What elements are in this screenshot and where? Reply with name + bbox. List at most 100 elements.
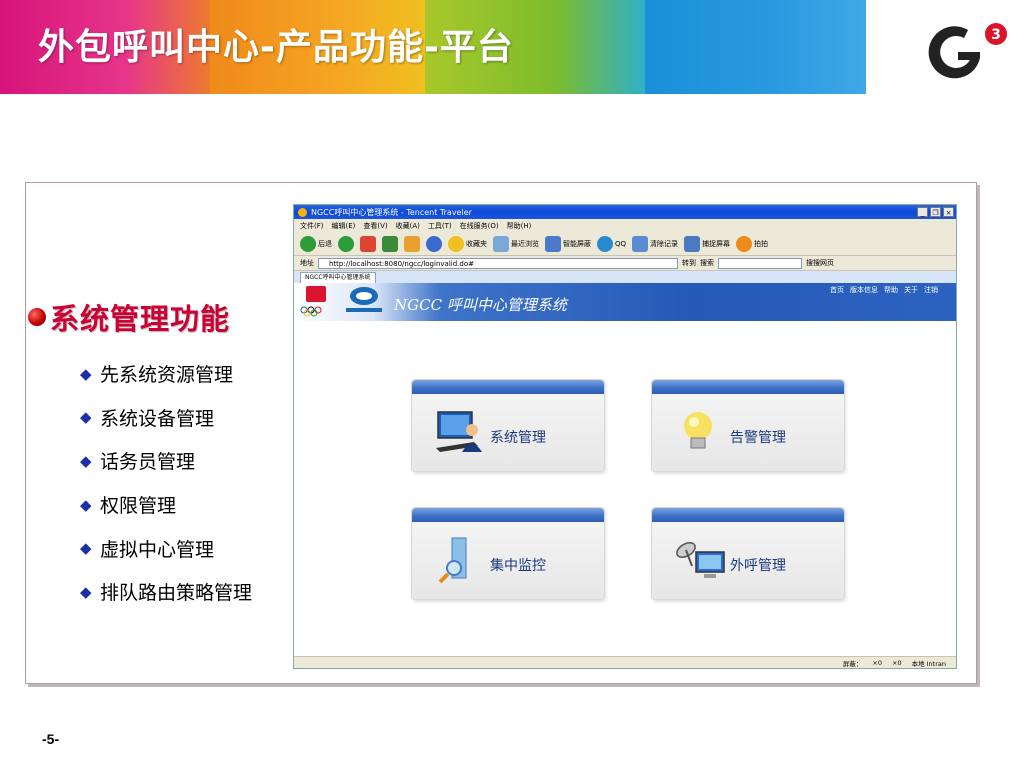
home-button[interactable] [404,235,420,252]
menu-file[interactable]: 文件(F) [300,221,324,231]
snapshot-icon [736,235,753,252]
tile-cap [652,508,844,522]
slide: 外包呼叫中心-产品功能-平台 3 系统管理功能 ◆ 先系统资源管理 ◆ 系统设备管理… [0,0,1024,768]
status-count-1: ×0 [872,658,882,667]
browser-window-title: NGCC呼叫中心管理系统 - Tencent Traveler [311,207,472,217]
capture-button[interactable]: 捕捉屏幕 [684,235,730,252]
nav-home[interactable]: 首页 [830,285,844,295]
search-label: 搜索 [700,259,714,267]
browser-toolbar: 后退 收藏夹 最近浏览 智能屏蔽 QQ 清除记录 捕捉屏幕 拍拍 [294,232,956,256]
recent-button[interactable]: 最近浏览 [493,235,539,252]
history-button[interactable] [426,235,442,252]
address-bar: 地址 http://localhost:8080/ngcc/loginvalid… [294,256,956,271]
list-item-label: 先系统资源管理 [100,364,234,387]
eraser-icon [632,235,649,252]
list-item: ◆ 话务员管理 [80,439,290,483]
list-item: ◆ 先系统资源管理 [80,352,290,396]
nav-logout[interactable]: 注销 [924,285,938,295]
qq-icon [597,235,613,252]
tile-label: 告警管理 [730,430,786,446]
nav-help[interactable]: 帮助 [884,285,898,295]
menu-tools[interactable]: 工具(T) [428,221,452,231]
stop-icon [360,235,376,252]
camera-icon [684,235,701,252]
status-zone: 本地 Intran [911,659,946,668]
app-nav: 首页 版本信息 帮助 关于 注销 [830,285,938,295]
clock-icon [426,235,442,252]
g3-logo-icon: 3 [928,23,1007,79]
diamond-bullet-icon: ◆ [80,408,92,427]
lightbulb-icon [684,412,712,449]
feature-list: ◆ 先系统资源管理 ◆ 系统设备管理 ◆ 话务员管理 ◆ 权限管理 ◆ 虚拟中心管理 ◆ 排… [80,352,290,614]
list-item: ◆ 虚拟中心管理 [80,526,290,570]
status-blocked: 屏蔽： [842,659,863,668]
close-button[interactable]: × [943,207,954,217]
list-item: ◆ 权限管理 [80,483,290,527]
banner-segment-blue [645,0,866,94]
stop-button[interactable] [360,235,376,252]
tile-alarm-management[interactable]: 告警管理 [651,379,845,472]
restore-button[interactable]: ❐ [930,207,941,217]
menu-online[interactable]: 在线服务(O) [460,221,499,231]
smart-screen-button[interactable]: 智能屏蔽 [545,235,591,252]
diamond-bullet-icon: ◆ [80,582,92,601]
refresh-button[interactable] [382,235,398,252]
svg-text:3: 3 [991,27,1001,43]
recent-icon [493,235,509,252]
forward-button[interactable] [338,235,354,252]
tile-label: 集中监控 [490,558,546,574]
tile-cap [652,380,844,394]
list-item-label: 虚拟中心管理 [100,538,215,561]
tab-strip: NGCC呼叫中心管理系统 [294,271,956,283]
browser-status-bar: 屏蔽： ×0 ×0 本地 Intran [294,656,956,668]
go-button[interactable]: 转到 [682,258,696,268]
tab-ngcc[interactable]: NGCC呼叫中心管理系统 [300,272,376,283]
tile-cap [412,508,604,522]
red-ball-bullet-icon [28,308,46,326]
tile-outbound-management[interactable]: 外呼管理 [651,507,845,600]
section-heading: 系统管理功能 [28,296,230,338]
menu-view[interactable]: 查看(V) [363,221,387,231]
refresh-icon [382,235,398,252]
app-title: NGCC 呼叫中心管理系统 [394,296,567,314]
star-icon [448,235,464,252]
browser-menu-bar: 文件(F) 编辑(E) 查看(V) 收藏(A) 工具(T) 在线服务(O) 帮助… [294,219,956,232]
diamond-bullet-icon: ◆ [80,495,92,514]
search-web-button[interactable]: 搜搜网页 [806,258,834,268]
favorites-button[interactable]: 收藏夹 [448,235,487,252]
menu-help[interactable]: 帮助(H) [507,221,532,231]
nav-version[interactable]: 版本信息 [850,285,878,295]
diamond-bullet-icon: ◆ [80,364,92,383]
address-label: 地址 [300,259,314,267]
china-mobile-logo-icon [346,287,382,312]
diamond-bullet-icon: ◆ [80,539,92,558]
menu-edit[interactable]: 编辑(E) [332,221,356,231]
tile-central-monitoring[interactable]: 集中监控 [411,507,605,600]
qq-button[interactable]: QQ [597,235,626,252]
snapshot-button[interactable]: 拍拍 [736,235,768,252]
home-icon [404,235,420,252]
tile-label: 外呼管理 [730,558,786,574]
title-banner: 外包呼叫中心-产品功能-平台 [0,0,866,94]
tile-label: 系统管理 [490,430,546,446]
back-arrow-icon [300,235,316,252]
back-button[interactable]: 后退 [300,235,332,252]
list-item-label: 话务员管理 [100,451,196,474]
app-header: NGCC 呼叫中心管理系统 首页 版本信息 帮助 关于 注销 [294,283,956,321]
window-controls: _ ❐ × [917,207,956,217]
shield-icon [545,235,561,252]
tile-system-management[interactable]: 系统管理 [411,379,605,472]
olympic-logo-icon [300,286,326,317]
browser-app-icon [298,207,307,217]
menu-favorites[interactable]: 收藏(A) [396,221,420,231]
browser-title-bar: NGCC呼叫中心管理系统 - Tencent Traveler _ ❐ × [294,205,956,219]
search-input[interactable] [718,257,802,269]
clear-history-button[interactable]: 清除记录 [632,235,678,252]
browser-window: NGCC呼叫中心管理系统 - Tencent Traveler _ ❐ × 文件… [293,204,957,669]
monitor-search-icon [438,537,467,584]
minimize-button[interactable]: _ [917,207,928,217]
slide-title: 外包呼叫中心-产品功能-平台 [38,27,514,68]
nav-about[interactable]: 关于 [904,285,918,295]
address-input[interactable]: http://localhost:8080/ngcc/loginvalid.do… [318,257,678,269]
section-heading-text: 系统管理功能 [50,302,231,336]
